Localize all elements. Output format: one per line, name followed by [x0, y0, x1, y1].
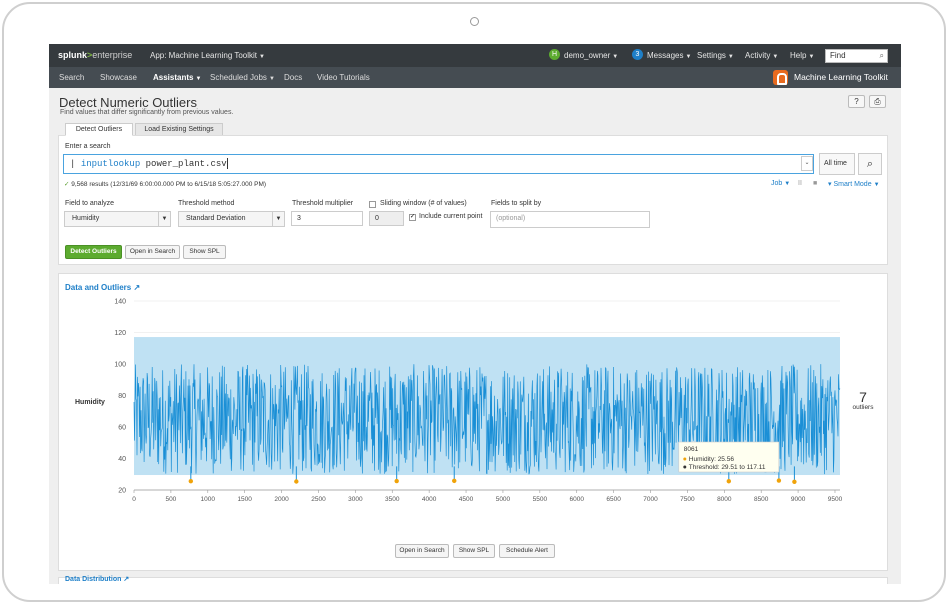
- y-tick-label: 100: [114, 362, 126, 369]
- outlier-point: [726, 479, 732, 484]
- x-tick-label: 0: [132, 496, 136, 503]
- tab-detect-outliers[interactable]: Detect Outliers: [65, 123, 133, 136]
- screen: splunk>enterprise App: Machine Learning …: [49, 44, 901, 584]
- x-tick-label: 7000: [643, 496, 658, 503]
- x-tick-label: 5000: [496, 496, 511, 503]
- x-tick-label: 2000: [274, 496, 289, 503]
- distribution-panel: [58, 577, 888, 584]
- schedule-alert-button[interactable]: Schedule Alert: [499, 544, 555, 558]
- camera-icon: [470, 17, 479, 26]
- y-tick-label: 140: [114, 299, 126, 306]
- outlier-point: [394, 478, 399, 484]
- y-tick-label: 60: [118, 425, 126, 432]
- tooltip-outlier-dot: [683, 457, 687, 461]
- x-tick-label: 3000: [348, 496, 363, 503]
- outlier-point: [776, 478, 782, 483]
- x-tick-label: 9500: [828, 496, 843, 503]
- x-tick-label: 6500: [606, 496, 621, 503]
- outlier-point: [188, 478, 194, 484]
- x-tick-label: 4500: [459, 496, 474, 503]
- x-tick-label: 500: [165, 496, 176, 503]
- device-frame: splunk>enterprise App: Machine Learning …: [0, 0, 950, 602]
- x-tick-label: 8000: [717, 496, 732, 503]
- distribution-title[interactable]: Data Distribution ↗: [65, 575, 129, 583]
- x-tick-label: 6000: [569, 496, 584, 503]
- tooltip-value: Humidity: 25.56: [689, 456, 735, 463]
- x-tick-label: 7500: [680, 496, 695, 503]
- chart-open-in-search-button[interactable]: Open in Search: [395, 544, 449, 558]
- x-tick-label: 1000: [201, 496, 216, 503]
- y-tick-label: 120: [114, 330, 126, 337]
- y-tick-label: 40: [118, 456, 126, 463]
- external-link-icon: ↗: [123, 576, 130, 583]
- outlier-chart[interactable]: 20 40 60 80 100 120 140 0 500 1000 1500 2000 2500 300…: [49, 44, 901, 584]
- x-tick-label: 5500: [533, 496, 548, 503]
- x-tick-label: 3500: [385, 496, 400, 503]
- x-tick-label: 9000: [791, 496, 806, 503]
- x-tick-label: 4000: [422, 496, 437, 503]
- x-tick-label: 8500: [754, 496, 769, 503]
- chart-show-spl-button[interactable]: Show SPL: [453, 544, 495, 558]
- outlier-point: [792, 479, 797, 485]
- y-tick-label: 20: [118, 488, 126, 495]
- tooltip-threshold: Threshold: 29.51 to 117.11: [689, 464, 766, 471]
- tooltip-x: 8061: [684, 446, 699, 453]
- x-tick-label: 1500: [237, 496, 252, 503]
- y-tick-label: 80: [118, 393, 126, 400]
- x-tick-label: 2500: [311, 496, 326, 503]
- outlier-point: [294, 479, 299, 484]
- tooltip-threshold-dot: [683, 465, 687, 469]
- outlier-point: [452, 478, 457, 484]
